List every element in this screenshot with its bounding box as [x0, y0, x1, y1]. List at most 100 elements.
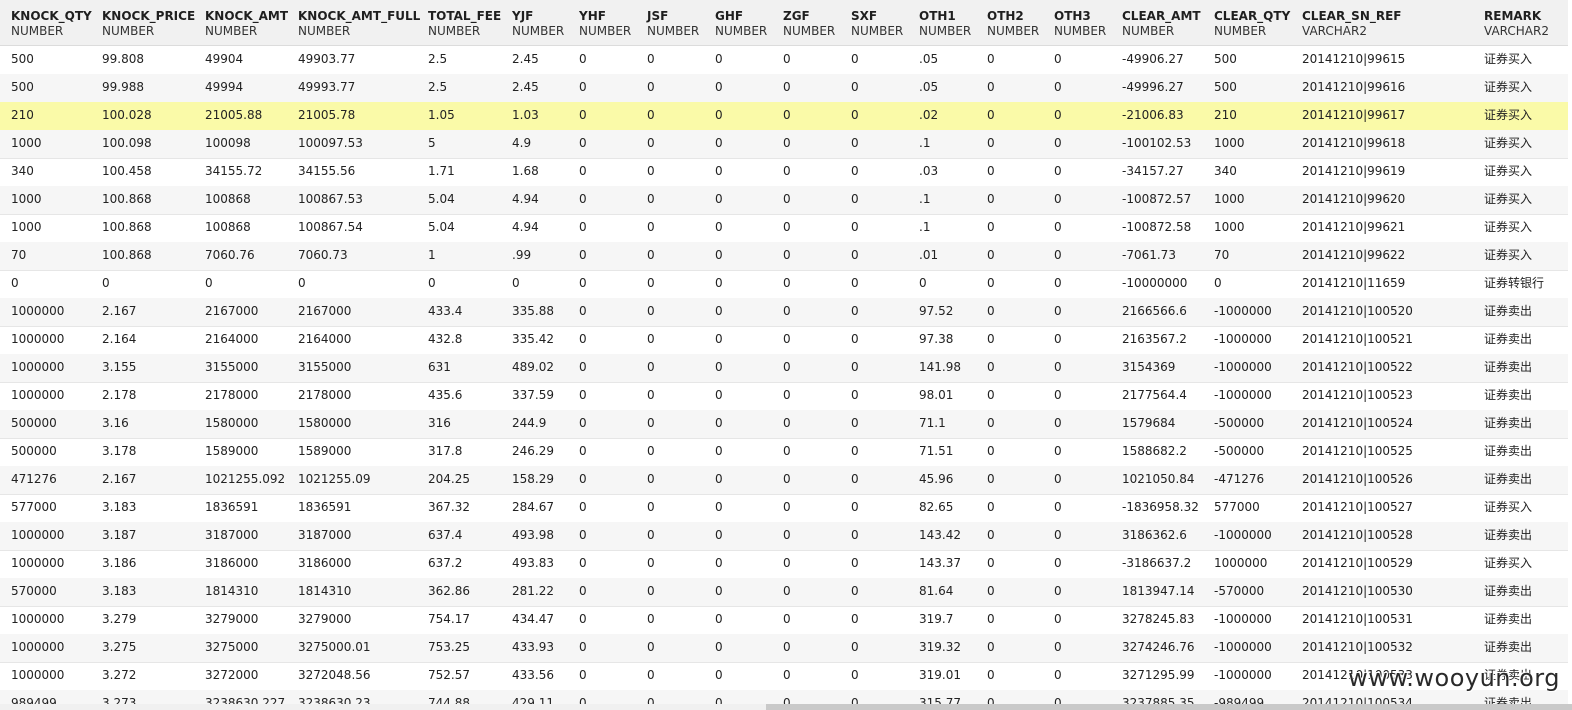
- cell-oth3[interactable]: 0: [1054, 298, 1062, 325]
- cell-sxf[interactable]: 0: [851, 354, 859, 381]
- cell-zgf[interactable]: 0: [783, 466, 791, 493]
- cell-oth1[interactable]: .03: [919, 158, 938, 185]
- cell-knock-price[interactable]: 3.183: [102, 578, 136, 605]
- cell-total-fee[interactable]: 2.5: [428, 74, 447, 101]
- cell-clear-sn-ref[interactable]: 20141210|100527: [1302, 494, 1413, 521]
- cell-jsf[interactable]: 0: [647, 186, 655, 213]
- cell-clear-amt[interactable]: -34157.27: [1122, 158, 1184, 185]
- cell-yjf[interactable]: 489.02: [512, 354, 554, 381]
- table-row[interactable]: 1000000 3.155 3155000 3155000 631 489.02 0 0 0 0 0…: [0, 354, 1568, 383]
- cell-zgf[interactable]: 0: [783, 130, 791, 157]
- cell-clear-qty[interactable]: 340: [1214, 158, 1237, 185]
- column-header-clear-qty[interactable]: CLEAR_QTY NUMBER: [1214, 9, 1290, 39]
- cell-clear-amt[interactable]: -49996.27: [1122, 74, 1184, 101]
- cell-knock-qty[interactable]: 1000000: [11, 662, 64, 689]
- cell-zgf[interactable]: 0: [783, 578, 791, 605]
- cell-remark[interactable]: 证券卖出: [1484, 382, 1532, 409]
- cell-yhf[interactable]: 0: [579, 410, 587, 437]
- cell-oth1[interactable]: 97.52: [919, 298, 953, 325]
- cell-yjf[interactable]: .99: [512, 242, 531, 269]
- cell-remark[interactable]: 证券卖出: [1484, 578, 1532, 605]
- cell-sxf[interactable]: 0: [851, 438, 859, 465]
- cell-clear-sn-ref[interactable]: 20141210|100532: [1302, 634, 1413, 661]
- cell-clear-qty[interactable]: -1000000: [1214, 382, 1272, 409]
- cell-knock-amt-full[interactable]: 49903.77: [298, 46, 355, 73]
- cell-knock-amt[interactable]: 2167000: [205, 298, 258, 325]
- cell-oth3[interactable]: 0: [1054, 494, 1062, 521]
- cell-remark[interactable]: 证券卖出: [1484, 466, 1532, 493]
- cell-jsf[interactable]: 0: [647, 130, 655, 157]
- cell-oth2[interactable]: 0: [987, 494, 995, 521]
- column-header-ghf[interactable]: GHF NUMBER: [715, 9, 767, 39]
- cell-jsf[interactable]: 0: [647, 214, 655, 241]
- cell-knock-amt[interactable]: 0: [205, 270, 213, 297]
- cell-knock-qty[interactable]: 500000: [11, 410, 57, 437]
- cell-knock-amt[interactable]: 1021255.092: [205, 466, 285, 493]
- cell-total-fee[interactable]: 435.6: [428, 382, 462, 409]
- cell-yjf[interactable]: 284.67: [512, 494, 554, 521]
- cell-knock-price[interactable]: 100.458: [102, 158, 152, 185]
- cell-yjf[interactable]: 4.94: [512, 214, 539, 241]
- cell-clear-amt[interactable]: -10000000: [1122, 270, 1187, 297]
- cell-clear-qty[interactable]: 1000000: [1214, 550, 1267, 577]
- table-row[interactable]: 577000 3.183 1836591 1836591 367.32 284.67 0 0 0…: [0, 494, 1568, 523]
- cell-total-fee[interactable]: 752.57: [428, 662, 470, 689]
- cell-clear-qty[interactable]: 1000: [1214, 186, 1245, 213]
- cell-jsf[interactable]: 0: [647, 522, 655, 549]
- cell-yjf[interactable]: 335.42: [512, 326, 554, 353]
- cell-knock-amt[interactable]: 1580000: [205, 410, 258, 437]
- cell-oth2[interactable]: 0: [987, 46, 995, 73]
- cell-yjf[interactable]: 2.45: [512, 74, 539, 101]
- cell-total-fee[interactable]: 362.86: [428, 578, 470, 605]
- cell-zgf[interactable]: 0: [783, 494, 791, 521]
- cell-knock-qty[interactable]: 577000: [11, 494, 57, 521]
- cell-remark[interactable]: 证券卖出: [1484, 438, 1532, 465]
- cell-yhf[interactable]: 0: [579, 298, 587, 325]
- cell-sxf[interactable]: 0: [851, 102, 859, 129]
- cell-oth2[interactable]: 0: [987, 186, 995, 213]
- cell-oth3[interactable]: 0: [1054, 242, 1062, 269]
- cell-remark[interactable]: 证券买入: [1484, 158, 1532, 185]
- cell-ghf[interactable]: 0: [715, 578, 723, 605]
- cell-zgf[interactable]: 0: [783, 550, 791, 577]
- table-row[interactable]: 1000000 3.275 3275000 3275000.01 753.25 433.9…: [0, 634, 1568, 663]
- cell-yjf[interactable]: 244.9: [512, 410, 546, 437]
- cell-knock-qty[interactable]: 471276: [11, 466, 57, 493]
- cell-clear-qty[interactable]: -1000000: [1214, 606, 1272, 633]
- cell-sxf[interactable]: 0: [851, 270, 859, 297]
- cell-jsf[interactable]: 0: [647, 634, 655, 661]
- cell-knock-amt[interactable]: 3275000: [205, 634, 258, 661]
- cell-oth1[interactable]: .1: [919, 214, 930, 241]
- cell-total-fee[interactable]: 367.32: [428, 494, 470, 521]
- cell-clear-sn-ref[interactable]: 20141210|100521: [1302, 326, 1413, 353]
- column-header-yhf[interactable]: YHF NUMBER: [579, 9, 631, 39]
- cell-knock-amt[interactable]: 1814310: [205, 578, 258, 605]
- table-row[interactable]: 471276 2.167 1021255.092 1021255.09 204.25 15…: [0, 466, 1568, 495]
- cell-clear-amt[interactable]: -100872.57: [1122, 186, 1191, 213]
- table-row[interactable]: 340 100.458 34155.72 34155.56 1.71 1.68 0 0 0 0 0.…: [0, 158, 1568, 187]
- cell-knock-qty[interactable]: 1000: [11, 130, 42, 157]
- cell-oth2[interactable]: 0: [987, 242, 995, 269]
- cell-yjf[interactable]: 4.94: [512, 186, 539, 213]
- cell-yhf[interactable]: 0: [579, 550, 587, 577]
- cell-knock-amt-full[interactable]: 100867.54: [298, 214, 363, 241]
- cell-zgf[interactable]: 0: [783, 326, 791, 353]
- cell-total-fee[interactable]: 1: [428, 242, 436, 269]
- cell-yjf[interactable]: 493.83: [512, 550, 554, 577]
- cell-oth2[interactable]: 0: [987, 130, 995, 157]
- cell-remark[interactable]: 证券买入: [1484, 46, 1532, 73]
- cell-oth2[interactable]: 0: [987, 270, 995, 297]
- cell-yjf[interactable]: 433.56: [512, 662, 554, 689]
- cell-knock-amt-full[interactable]: 0: [298, 270, 306, 297]
- cell-oth2[interactable]: 0: [987, 466, 995, 493]
- cell-jsf[interactable]: 0: [647, 438, 655, 465]
- cell-knock-qty[interactable]: 1000000: [11, 606, 64, 633]
- cell-knock-price[interactable]: 99.988: [102, 74, 144, 101]
- cell-oth2[interactable]: 0: [987, 74, 995, 101]
- cell-zgf[interactable]: 0: [783, 382, 791, 409]
- cell-yjf[interactable]: 493.98: [512, 522, 554, 549]
- cell-clear-amt[interactable]: -49906.27: [1122, 46, 1184, 73]
- cell-clear-sn-ref[interactable]: 20141210|99618: [1302, 130, 1405, 157]
- cell-knock-amt[interactable]: 7060.76: [205, 242, 255, 269]
- cell-zgf[interactable]: 0: [783, 522, 791, 549]
